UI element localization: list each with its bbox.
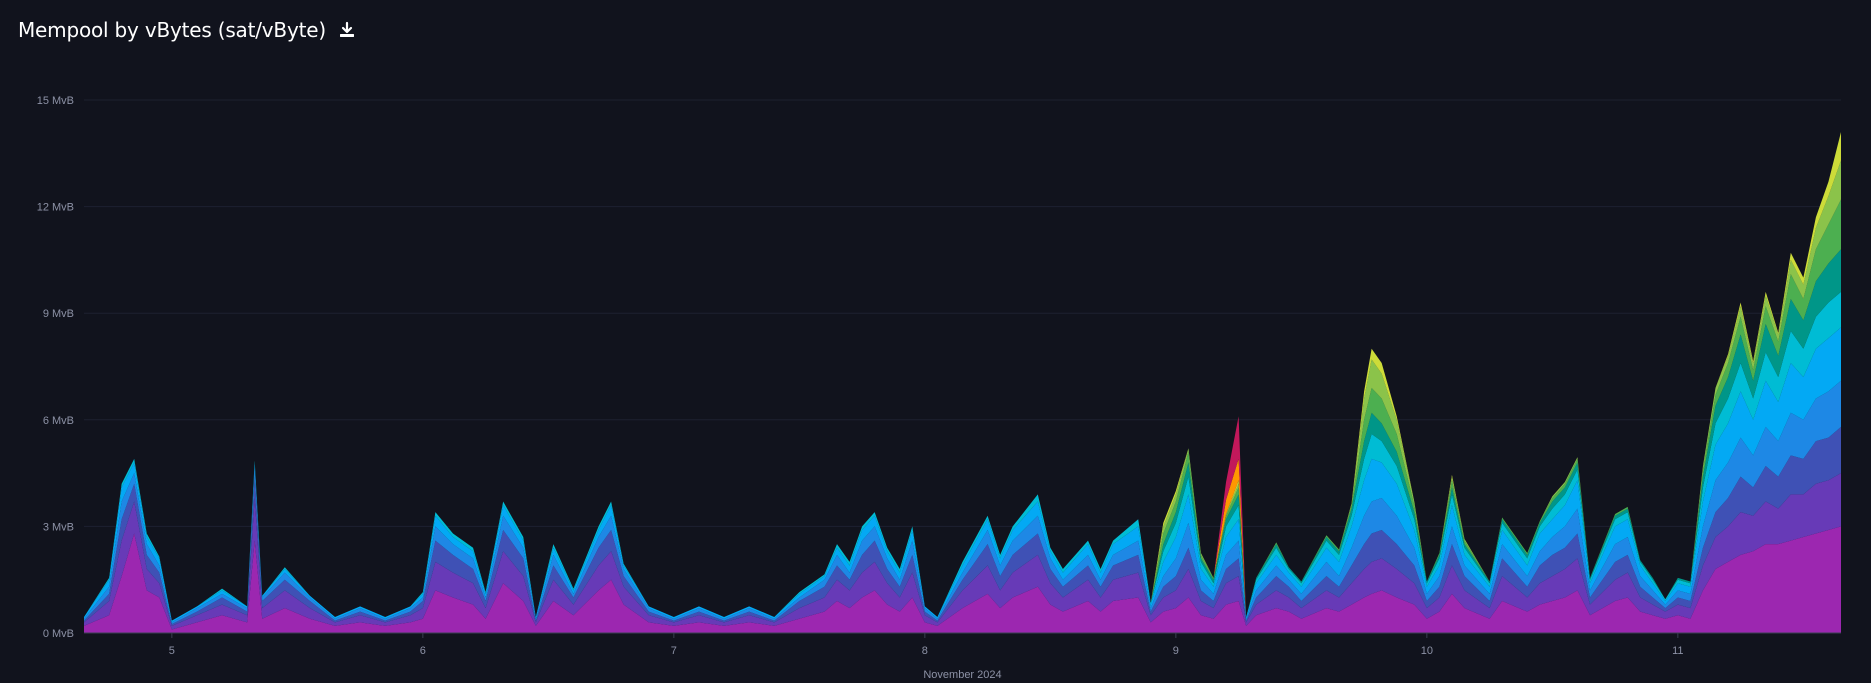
y-tick-label: 9 MvB — [43, 308, 74, 320]
y-tick-label: 3 MvB — [43, 521, 74, 533]
x-tick-label: 10 — [1421, 645, 1433, 657]
x-tick-label: 9 — [1173, 645, 1179, 657]
y-tick-label: 6 MvB — [43, 415, 74, 427]
y-tick-label: 0 MvB — [43, 628, 74, 640]
x-tick-label: 5 — [169, 645, 175, 657]
axes — [84, 632, 1841, 638]
stacked-areas — [84, 131, 1841, 633]
x-tick-label: 6 — [420, 645, 426, 657]
mempool-area-chart[interactable]: 0 MvB 3 MvB 6 MvB 9 MvB 12 MvB 15 MvB 5 6 7 8 9 10 1… — [0, 0, 1871, 683]
y-tick-label: 12 MvB — [37, 202, 74, 214]
x-tick-label: 7 — [671, 645, 677, 657]
x-tick-label: 8 — [922, 645, 928, 657]
y-tick-label: 15 MvB — [37, 95, 74, 107]
x-tick-label: 11 — [1672, 645, 1683, 657]
x-axis-title: November 2024 — [923, 669, 1001, 681]
chart-container: Mempool by vBytes (sat/vByte) 0 MvB 3 MvB… — [0, 0, 1871, 683]
